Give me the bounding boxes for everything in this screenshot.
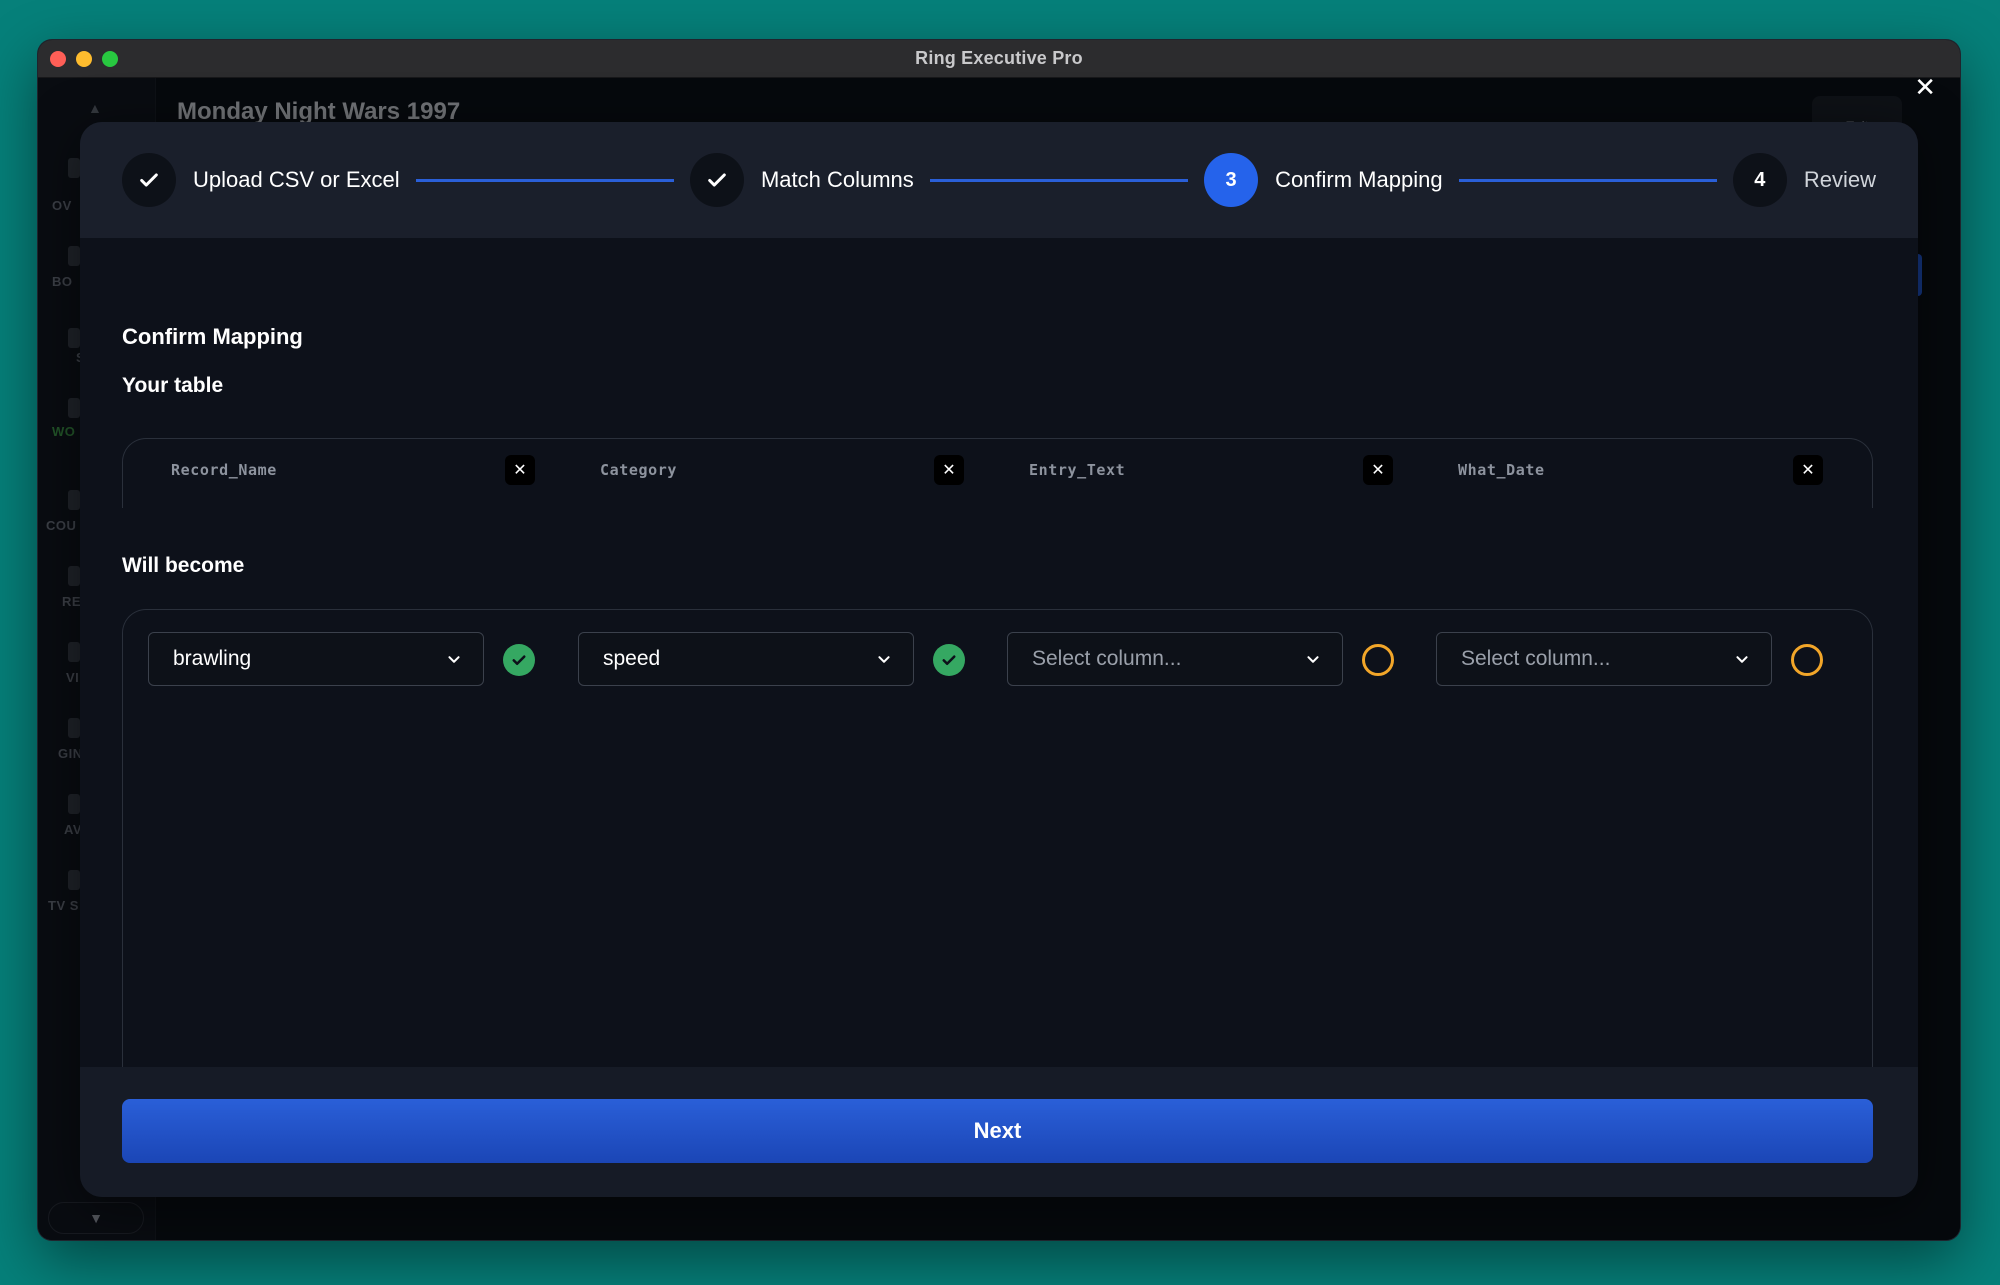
- mapping-select[interactable]: Select column...: [1007, 632, 1343, 686]
- column-header: Entry_Text: [1029, 455, 1125, 485]
- chevron-down-icon: [1307, 656, 1319, 663]
- select-value: speed: [603, 647, 661, 670]
- step-number: 4: [1732, 153, 1787, 207]
- step-upload[interactable]: Upload CSV or Excel: [122, 153, 400, 207]
- pending-status-icon: [1362, 644, 1394, 676]
- x-icon[interactable]: ✕: [1793, 455, 1823, 485]
- next-button[interactable]: Next: [122, 1099, 1873, 1163]
- stepper: Upload CSV or Excel Match Columns 3 Conf…: [80, 122, 1918, 238]
- column-name: Record_Name: [171, 461, 277, 479]
- select-placeholder: Select column...: [1032, 647, 1182, 670]
- mapping-select[interactable]: Select column...: [1436, 632, 1772, 686]
- x-icon[interactable]: ✕: [1363, 455, 1393, 485]
- close-window-button[interactable]: [50, 51, 66, 67]
- mapping-select[interactable]: brawling: [148, 632, 484, 686]
- pending-status-icon: [1791, 644, 1823, 676]
- step-label: Review: [1803, 167, 1876, 192]
- step-label: Match Columns: [760, 167, 914, 192]
- column-header: What_Date: [1458, 455, 1545, 485]
- chevron-down-icon: [878, 656, 890, 663]
- check-icon: [122, 153, 176, 207]
- x-icon[interactable]: ✕: [505, 455, 535, 485]
- step-match-columns[interactable]: Match Columns: [689, 153, 914, 207]
- target-mapping-panel: brawling speed Select column... Select c…: [122, 609, 1873, 1069]
- section-heading: Confirm Mapping: [122, 324, 303, 349]
- title-bar: Ring Executive Pro: [38, 40, 1960, 78]
- step-connector: [1458, 178, 1717, 182]
- chevron-down-icon: [1736, 656, 1748, 663]
- window-title: Ring Executive Pro: [915, 48, 1083, 68]
- window-controls: [50, 51, 118, 67]
- chevron-down-icon: [448, 656, 460, 663]
- column-header: Category: [600, 455, 677, 485]
- source-columns-panel: Record_Name ✕ Category ✕ Entry_Text ✕ Wh…: [122, 438, 1873, 508]
- minimize-window-button[interactable]: [76, 51, 92, 67]
- x-icon[interactable]: ✕: [934, 455, 964, 485]
- will-become-label: Will become: [122, 554, 245, 577]
- column-header: Record_Name: [171, 455, 277, 485]
- step-review[interactable]: 4 Review: [1732, 153, 1876, 207]
- step-connector: [929, 178, 1189, 182]
- step-connector: [415, 178, 674, 182]
- step-number: 3: [1204, 153, 1259, 207]
- column-name: What_Date: [1458, 461, 1545, 479]
- close-icon[interactable]: ✕: [1914, 74, 1936, 100]
- step-label: Upload CSV or Excel: [193, 167, 400, 192]
- check-icon: [503, 644, 535, 676]
- zoom-window-button[interactable]: [102, 51, 118, 67]
- modal-footer: Next: [80, 1067, 1918, 1197]
- step-label: Confirm Mapping: [1275, 167, 1443, 192]
- panel-fade: [123, 488, 1872, 508]
- column-name: Entry_Text: [1029, 461, 1126, 479]
- check-icon: [689, 153, 744, 207]
- app-window: Ring Executive Pro ▲ OV BO S WO COU RE V…: [38, 40, 1960, 1240]
- import-modal: Upload CSV or Excel Match Columns 3 Conf…: [80, 122, 1918, 1197]
- select-value: brawling: [173, 647, 252, 670]
- select-placeholder: Select column...: [1461, 647, 1611, 670]
- your-table-label: Your table: [122, 374, 224, 397]
- step-confirm-mapping[interactable]: 3 Confirm Mapping: [1204, 153, 1443, 207]
- check-icon: [933, 644, 965, 676]
- mapping-select[interactable]: speed: [578, 632, 914, 686]
- column-name: Category: [600, 461, 678, 479]
